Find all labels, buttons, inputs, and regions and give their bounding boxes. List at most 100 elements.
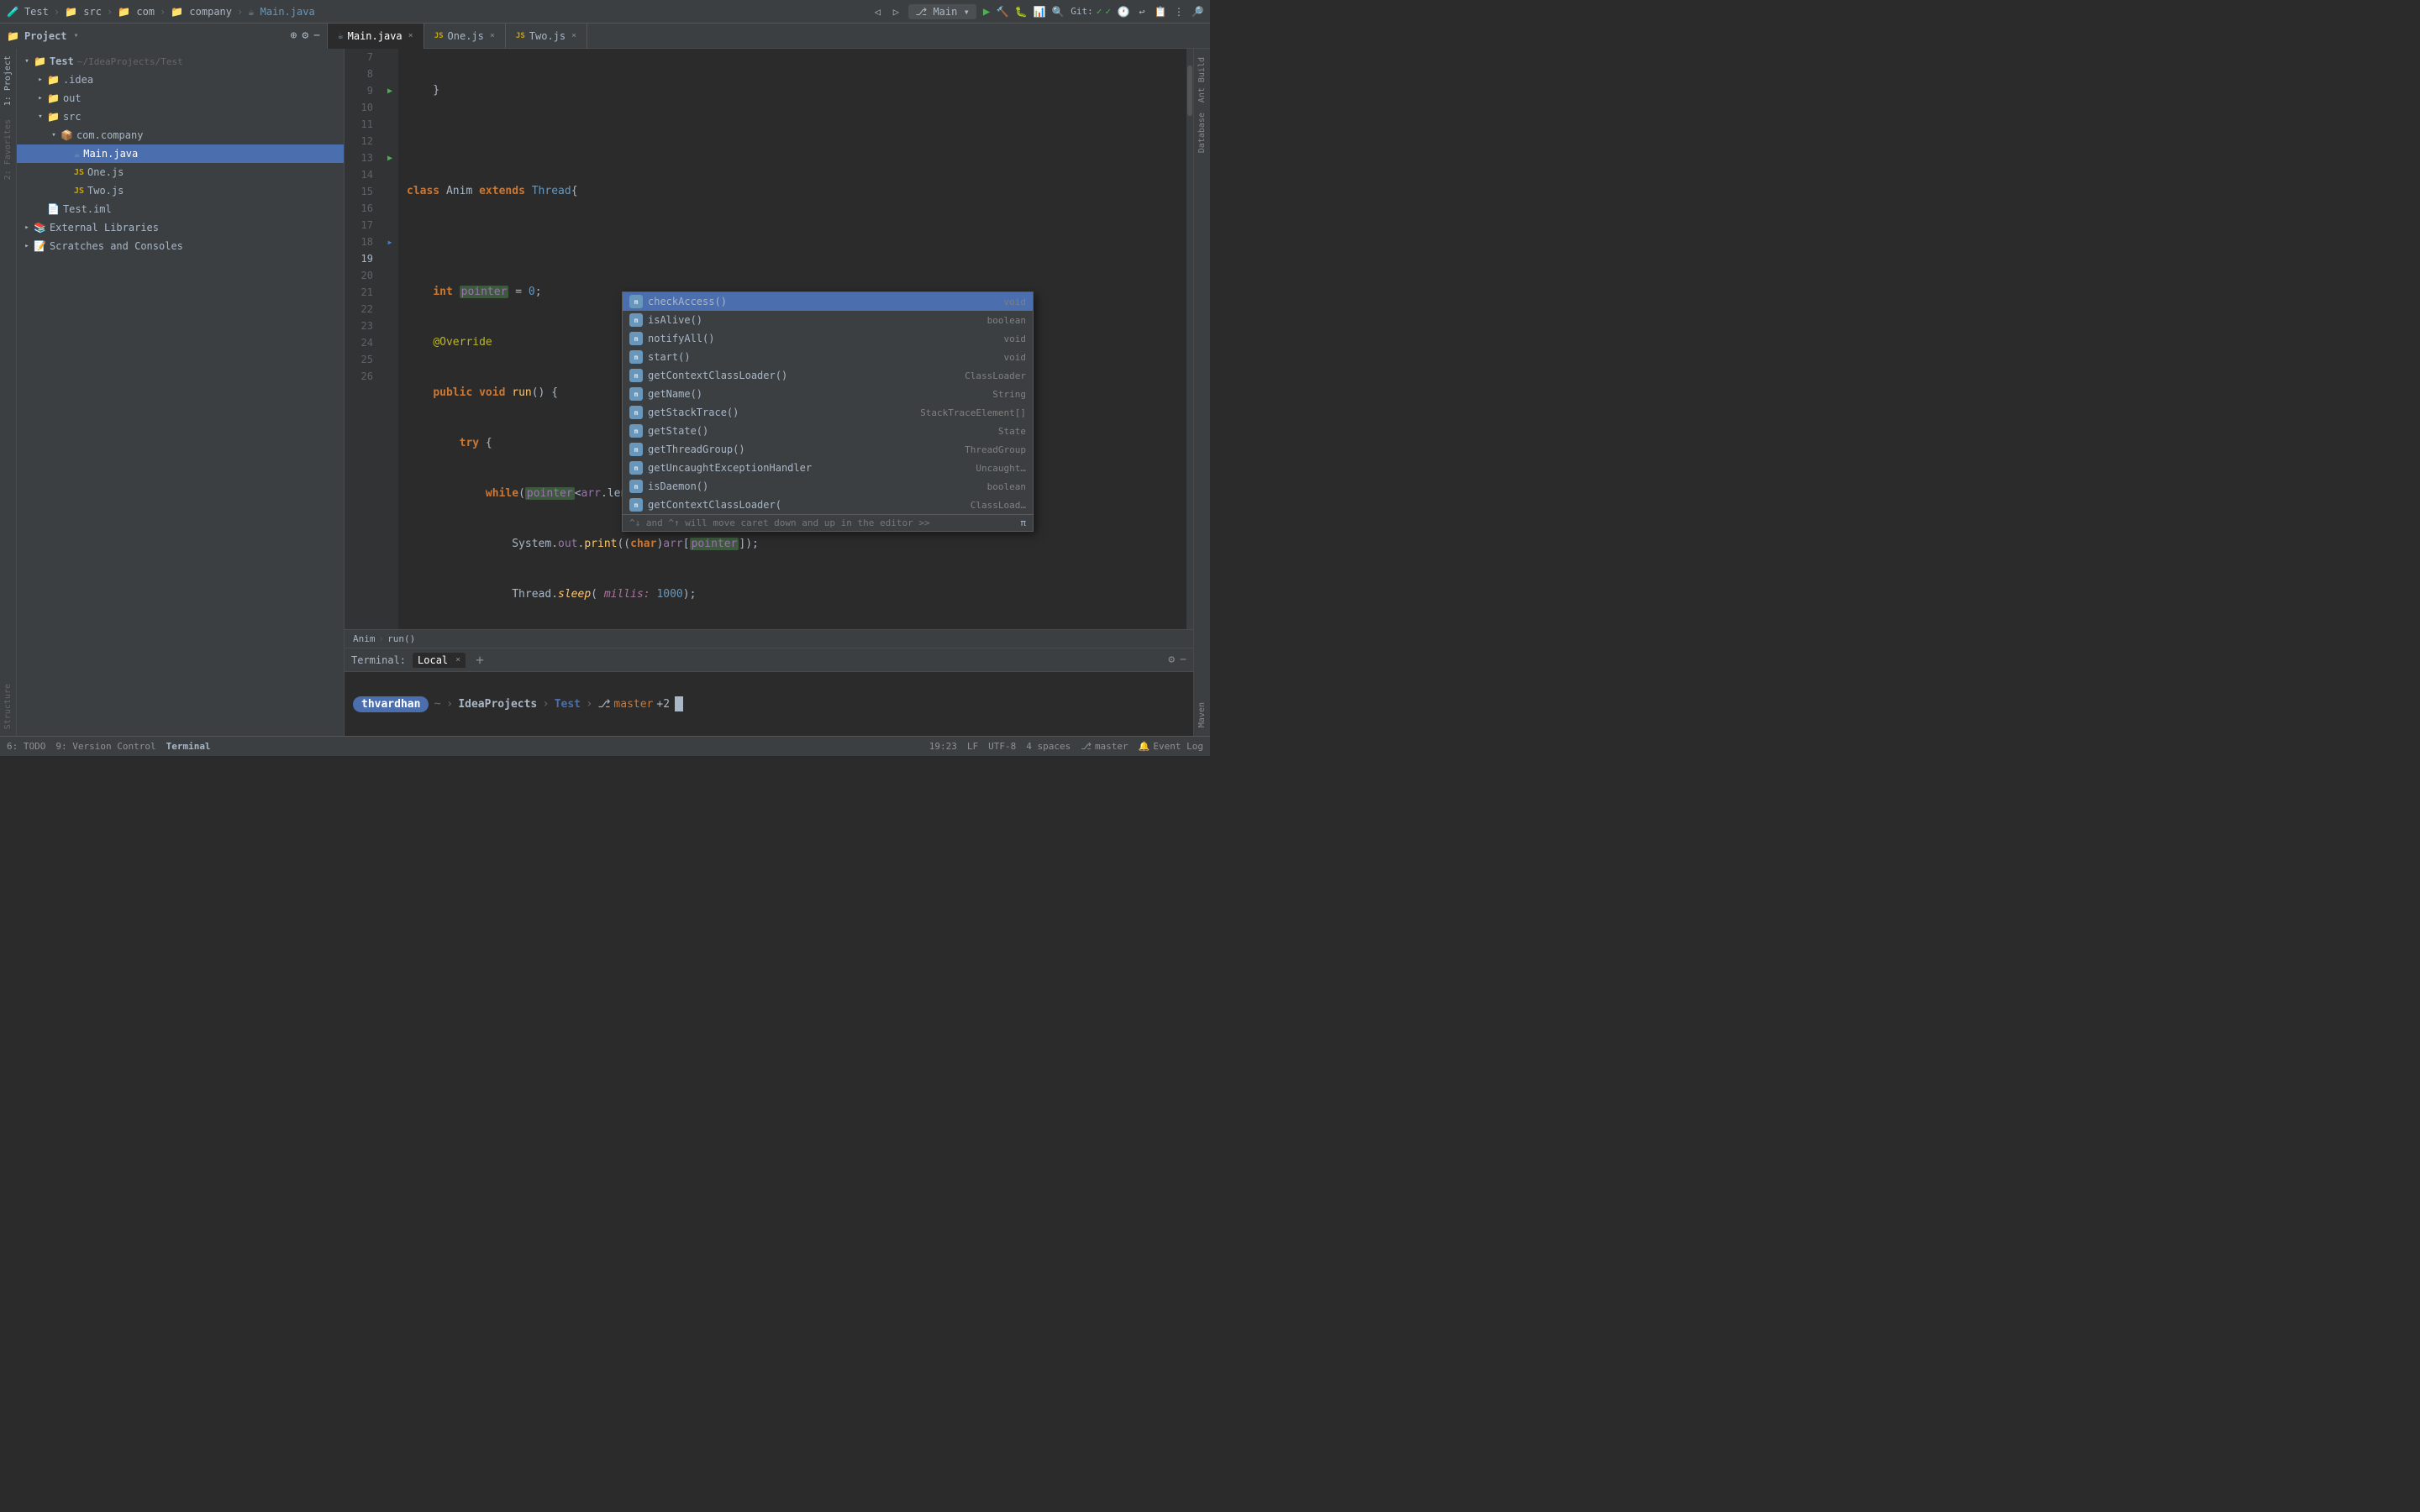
tree-icon-scratches: 📝 (34, 240, 46, 252)
build-icon[interactable]: 🔨 (997, 6, 1008, 18)
autocomplete-dropdown[interactable]: m checkAccess() void m isAlive() boolean… (622, 291, 1034, 532)
status-position[interactable]: 19:23 (929, 741, 957, 752)
tree-item-ext-libs[interactable]: ▸ 📚 External Libraries (17, 218, 344, 237)
tab-one-js[interactable]: JS One.js × (424, 24, 506, 49)
bc-com[interactable]: 📁 com (118, 6, 155, 18)
code-line-8 (407, 133, 1186, 150)
terminal-minimize-icon[interactable]: − (1180, 654, 1186, 666)
status-terminal[interactable]: Terminal (166, 741, 211, 752)
tree-icon-onejs: JS (74, 168, 84, 177)
ac-type-notifyAll: void (1004, 333, 1027, 344)
ac-item-isAlive[interactable]: m isAlive() boolean (623, 311, 1033, 329)
ac-item-getStackTrace[interactable]: m getStackTrace() StackTraceElement[] (623, 403, 1033, 422)
status-version-control[interactable]: 9: Version Control (55, 741, 155, 752)
ac-item-start[interactable]: m start() void (623, 348, 1033, 366)
terminal-add-button[interactable]: + (476, 652, 484, 668)
more-icon[interactable]: ⋮ (1173, 6, 1185, 18)
terminal-local-close[interactable]: × (455, 655, 460, 664)
editor-area[interactable]: 7 8 9 10 11 12 13 14 15 16 17 18 19 20 2… (345, 49, 1193, 736)
tree-item-src[interactable]: ▾ 📁 src (17, 108, 344, 126)
terminal-area: Terminal: Local × + ⚙ − thvardhan ~ › Id… (345, 648, 1193, 736)
ac-item-getState[interactable]: m getState() State (623, 422, 1033, 440)
tab-two-js-close[interactable]: × (571, 31, 576, 40)
left-tab-favorites[interactable]: 2: Favorites (2, 113, 14, 186)
tree-item-com-company[interactable]: ▾ 📦 com.company (17, 126, 344, 144)
ac-name-start: start() (648, 351, 1004, 363)
project-header-actions: ⊕ ⚙ − (291, 29, 320, 42)
ac-type-getThreadGroup: ThreadGroup (965, 444, 1026, 455)
ac-icon-getState: m (629, 424, 643, 438)
undo-icon[interactable]: ↩ (1136, 6, 1148, 18)
breadcrumb-class[interactable]: Anim (353, 633, 376, 644)
ac-icon-start: m (629, 350, 643, 364)
editor-scrollbar[interactable] (1186, 49, 1193, 629)
right-tab-ant[interactable]: Ant Build (1196, 52, 1208, 108)
terminal-arr1: › (446, 697, 453, 711)
right-tab-database[interactable]: Database (1196, 108, 1208, 158)
ac-item-getName[interactable]: m getName() String (623, 385, 1033, 403)
history-icon[interactable]: 🕐 (1118, 6, 1129, 18)
settings-icon-proj[interactable]: ⚙ (302, 29, 308, 42)
nav-back-icon[interactable]: ◁ (871, 6, 883, 18)
gutter: ▶ ▶ ▶ (381, 49, 398, 629)
status-lf[interactable]: LF (967, 741, 978, 752)
tree-label-onejs: One.js (87, 166, 124, 178)
debug-icon[interactable]: 🐛 (1015, 6, 1027, 18)
coverage-icon[interactable]: 📊 (1034, 6, 1045, 18)
scrollbar-thumb[interactable] (1187, 66, 1192, 116)
tab-one-js-close[interactable]: × (490, 31, 495, 40)
tab-two-js[interactable]: JS Two.js × (506, 24, 587, 49)
search2-icon[interactable]: 🔎 (1192, 6, 1203, 18)
tab-one-js-icon: JS (434, 32, 444, 40)
bc-src[interactable]: 📁 src (65, 6, 102, 18)
tree-item-test-iml[interactable]: ▸ 📄 Test.iml (17, 200, 344, 218)
left-tab-project[interactable]: 1: Project (2, 49, 14, 113)
tree-item-test[interactable]: ▾ 📁 Test ~/IdeaProjects/Test (17, 52, 344, 71)
ac-item-checkAccess[interactable]: m checkAccess() void (623, 292, 1033, 311)
ac-item-getThreadGroup[interactable]: m getThreadGroup() ThreadGroup (623, 440, 1033, 459)
gc-13: ▶ (381, 150, 398, 166)
ln-23: 23 (348, 318, 378, 334)
run-button[interactable]: ▶ (983, 5, 990, 18)
search-icon[interactable]: 🔍 (1052, 6, 1064, 18)
ac-item-getContextCL2[interactable]: m getContextClassLoader( ClassLoad… (623, 496, 1033, 514)
tree-item-main-java[interactable]: ▸ ☕ Main.java (17, 144, 344, 163)
status-todo[interactable]: 6: TODO (7, 741, 45, 752)
tree-label-src: src (63, 111, 82, 123)
sep4: › (237, 6, 243, 18)
status-indent-label: 4 spaces (1026, 741, 1071, 752)
breadcrumb-method[interactable]: run() (387, 633, 415, 644)
branch-selector[interactable]: ⎇ Main ▾ (908, 4, 976, 19)
left-tab-structure[interactable]: Structure (2, 677, 14, 736)
ac-item-getUncaught[interactable]: m getUncaughtExceptionHandler Uncaught… (623, 459, 1033, 477)
right-tab-maven[interactable]: Maven (1196, 697, 1208, 732)
ac-item-getContextClassLoader[interactable]: m getContextClassLoader() ClassLoader (623, 366, 1033, 385)
terminal-content[interactable]: thvardhan ~ › IdeaProjects › Test › ⎇ ma… (345, 672, 1193, 736)
terminal-settings-icon[interactable]: ⚙ (1168, 654, 1175, 666)
tree-item-idea[interactable]: ▸ 📁 .idea (17, 71, 344, 89)
tab-main-java[interactable]: ☕ Main.java × (328, 24, 424, 49)
status-encoding[interactable]: UTF-8 (988, 741, 1016, 752)
ac-item-notifyAll[interactable]: m notifyAll() void (623, 329, 1033, 348)
bc-main-java[interactable]: ☕ Main.java (248, 6, 314, 18)
bc-company[interactable]: 📁 company (171, 6, 232, 18)
terminal-git-symbol: ⎇ (597, 698, 610, 711)
tree-item-one-js[interactable]: ▸ JS One.js (17, 163, 344, 181)
sep3: › (160, 6, 166, 18)
tab-main-java-close[interactable]: × (408, 31, 413, 40)
terminal-prompt: thvardhan ~ › IdeaProjects › Test › ⎇ ma… (345, 696, 1193, 712)
nav-forward-icon[interactable]: ▷ (890, 6, 902, 18)
project-dropdown-icon[interactable]: ▾ (74, 31, 79, 40)
tree-item-scratches[interactable]: ▸ 📝 Scratches and Consoles (17, 237, 344, 255)
ac-item-isDaemon[interactable]: m isDaemon() boolean (623, 477, 1033, 496)
terminal-tab-local[interactable]: Local × (413, 653, 466, 668)
copy-icon[interactable]: 📋 (1155, 6, 1166, 18)
minimize-panel-icon[interactable]: − (313, 29, 320, 42)
tree-item-out[interactable]: ▸ 📁 out (17, 89, 344, 108)
add-icon[interactable]: ⊕ (291, 29, 297, 42)
status-event-log[interactable]: 🔔 Event Log (1139, 741, 1203, 752)
status-git-branch[interactable]: ⎇ master (1081, 741, 1128, 752)
status-indent[interactable]: 4 spaces (1026, 741, 1071, 752)
tree-arrow-scratches: ▸ (20, 242, 34, 250)
tree-item-two-js[interactable]: ▸ JS Two.js (17, 181, 344, 200)
